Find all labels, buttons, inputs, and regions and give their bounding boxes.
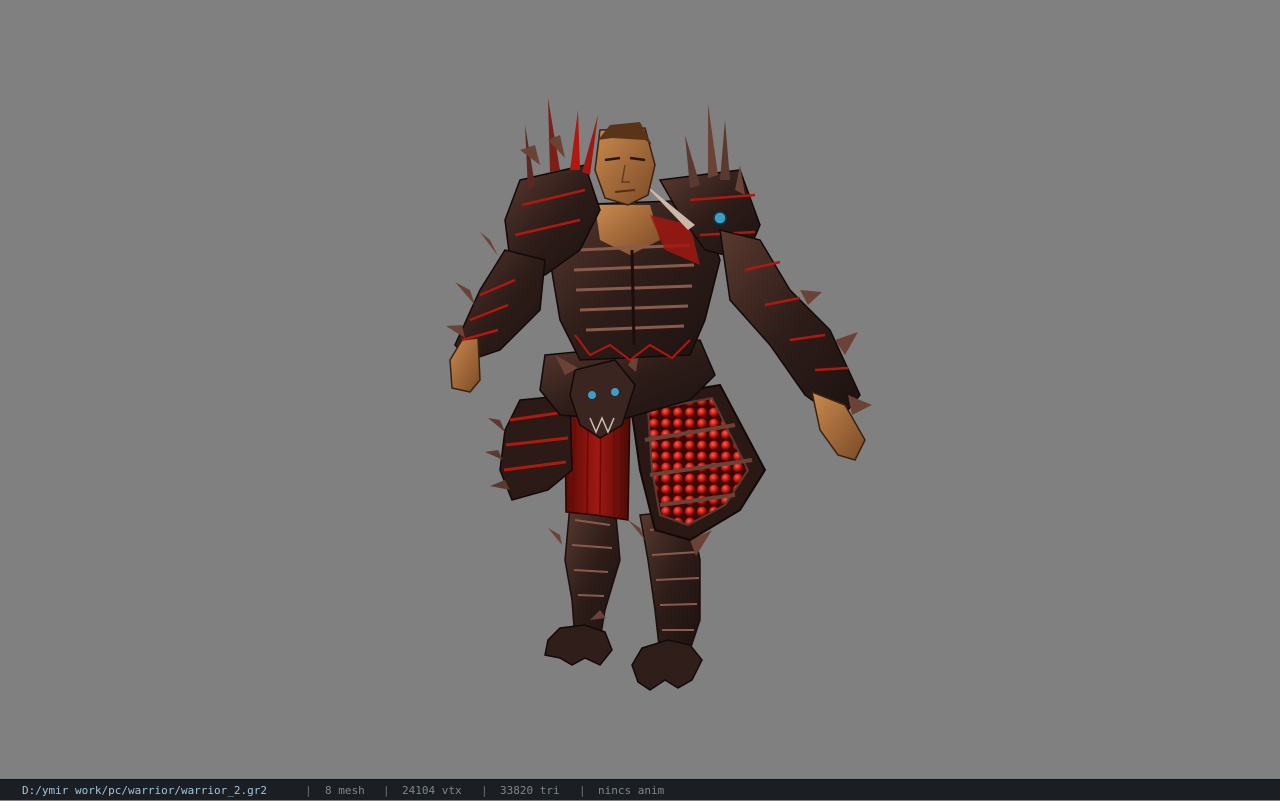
- 3d-viewport[interactable]: [0, 0, 1280, 779]
- status-bar: D:/ymir work/pc/warrior/warrior_2.gr2 | …: [0, 779, 1280, 800]
- animation-status-label: nincs anim: [598, 784, 665, 797]
- status-separator: |: [481, 784, 488, 797]
- status-separator: |: [383, 784, 390, 797]
- warrior-model-render[interactable]: [0, 0, 1280, 779]
- file-path-label: D:/ymir work/pc/warrior/warrior_2.gr2: [22, 784, 268, 797]
- right-leg: [628, 509, 712, 691]
- status-separator: |: [305, 784, 312, 797]
- status-separator: |: [579, 784, 586, 797]
- left-leg: [544, 504, 621, 666]
- triangle-count-label: 33820 tri: [500, 784, 560, 797]
- right-arm: [719, 229, 872, 461]
- warrior-head: [594, 122, 656, 206]
- vertex-count-label: 24104 vtx: [402, 784, 462, 797]
- mesh-count-label: 8 mesh: [325, 784, 365, 797]
- left-arm: [446, 232, 546, 393]
